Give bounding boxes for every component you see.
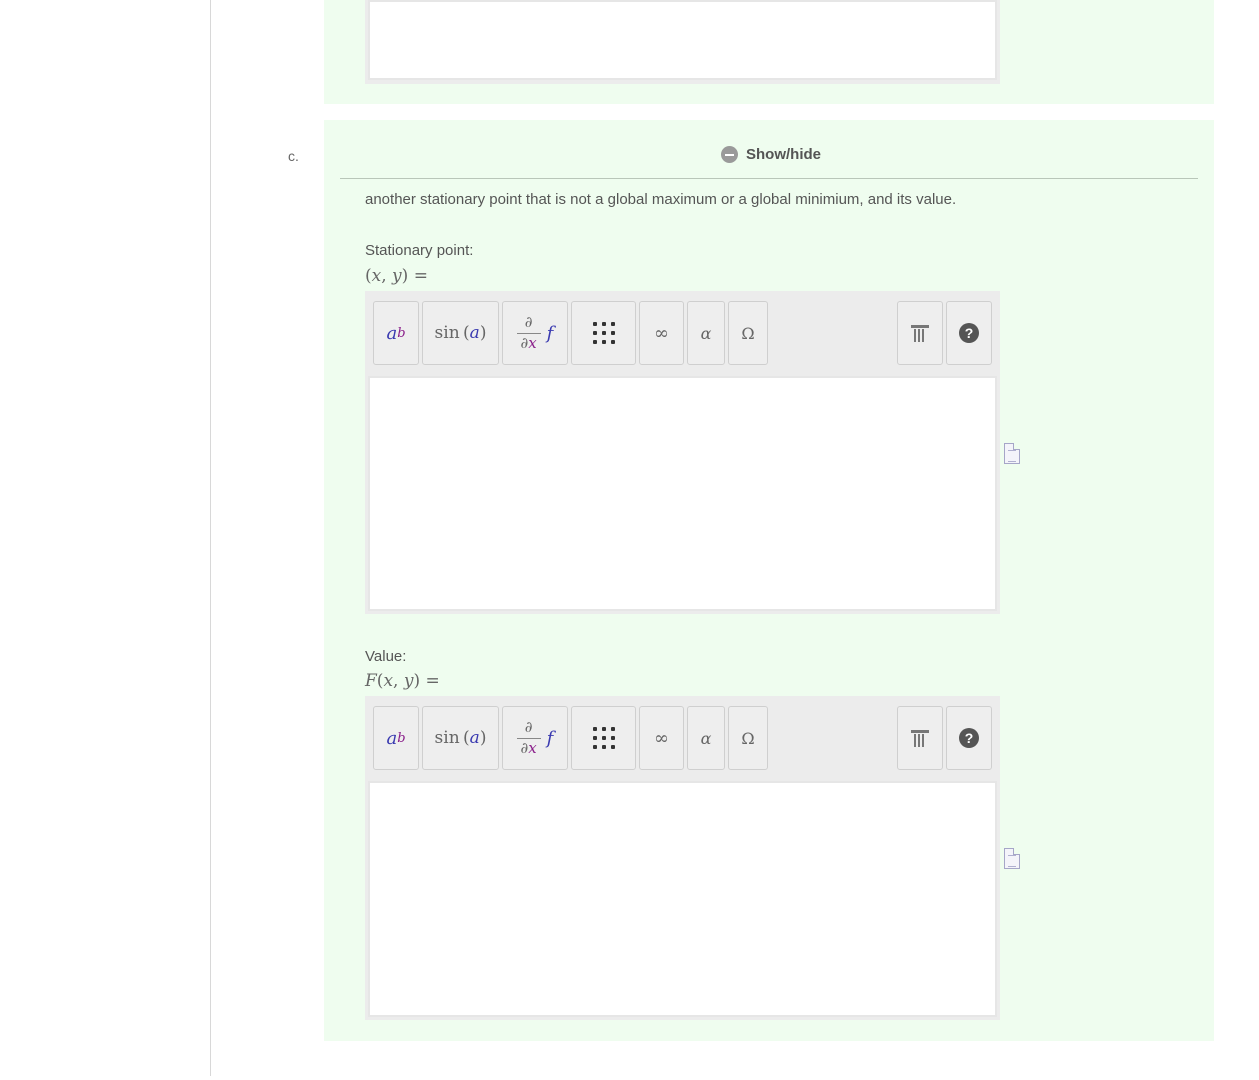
math-toolbar: ab sin (a) ∂ ∂x f ∞ α Ω ?	[365, 291, 1000, 375]
show-hide-toggle[interactable]: Show/hide	[721, 146, 821, 163]
previous-answer-editor[interactable]	[368, 0, 997, 80]
part-label: c.	[288, 148, 299, 164]
help-icon: ?	[959, 728, 979, 748]
derivative-button[interactable]: ∂ ∂x f	[502, 706, 568, 770]
left-divider	[210, 0, 211, 1076]
clear-button[interactable]	[897, 301, 943, 365]
function-button[interactable]: sin (a)	[422, 706, 499, 770]
grid-icon	[592, 322, 615, 344]
greek-button[interactable]: α	[687, 706, 725, 770]
greek-button[interactable]: α	[687, 301, 725, 365]
document-icon[interactable]	[1004, 848, 1020, 869]
derivative-button[interactable]: ∂ ∂x f	[502, 301, 568, 365]
document-icon[interactable]	[1004, 443, 1020, 464]
help-icon: ?	[959, 323, 979, 343]
value-math-label: F(x, y) =	[365, 671, 440, 691]
infinity-button[interactable]: ∞	[639, 706, 684, 770]
show-hide-label: Show/hide	[746, 146, 821, 163]
stationary-point-editor[interactable]	[368, 376, 997, 611]
math-toolbar: ab sin (a) ∂ ∂x f ∞ α Ω ?	[365, 696, 1000, 780]
value-editor[interactable]	[368, 781, 997, 1017]
power-button[interactable]: ab	[373, 706, 419, 770]
symbols-button[interactable]: Ω	[728, 301, 768, 365]
infinity-button[interactable]: ∞	[639, 301, 684, 365]
function-button[interactable]: sin (a)	[422, 301, 499, 365]
symbols-button[interactable]: Ω	[728, 706, 768, 770]
help-button[interactable]: ?	[946, 706, 992, 770]
trash-icon	[911, 729, 929, 747]
value-label: Value:	[365, 648, 407, 665]
grid-icon	[592, 727, 615, 749]
minus-circle-icon	[721, 146, 738, 163]
question-prompt: another stationary point that is not a g…	[365, 191, 957, 208]
matrix-button[interactable]	[571, 301, 636, 365]
matrix-button[interactable]	[571, 706, 636, 770]
show-hide-header: Show/hide	[340, 142, 1198, 179]
power-button[interactable]: ab	[373, 301, 419, 365]
clear-button[interactable]	[897, 706, 943, 770]
stationary-point-math-label: (x, y) =	[365, 266, 428, 286]
trash-icon	[911, 324, 929, 342]
stationary-point-label: Stationary point:	[365, 242, 474, 259]
help-button[interactable]: ?	[946, 301, 992, 365]
